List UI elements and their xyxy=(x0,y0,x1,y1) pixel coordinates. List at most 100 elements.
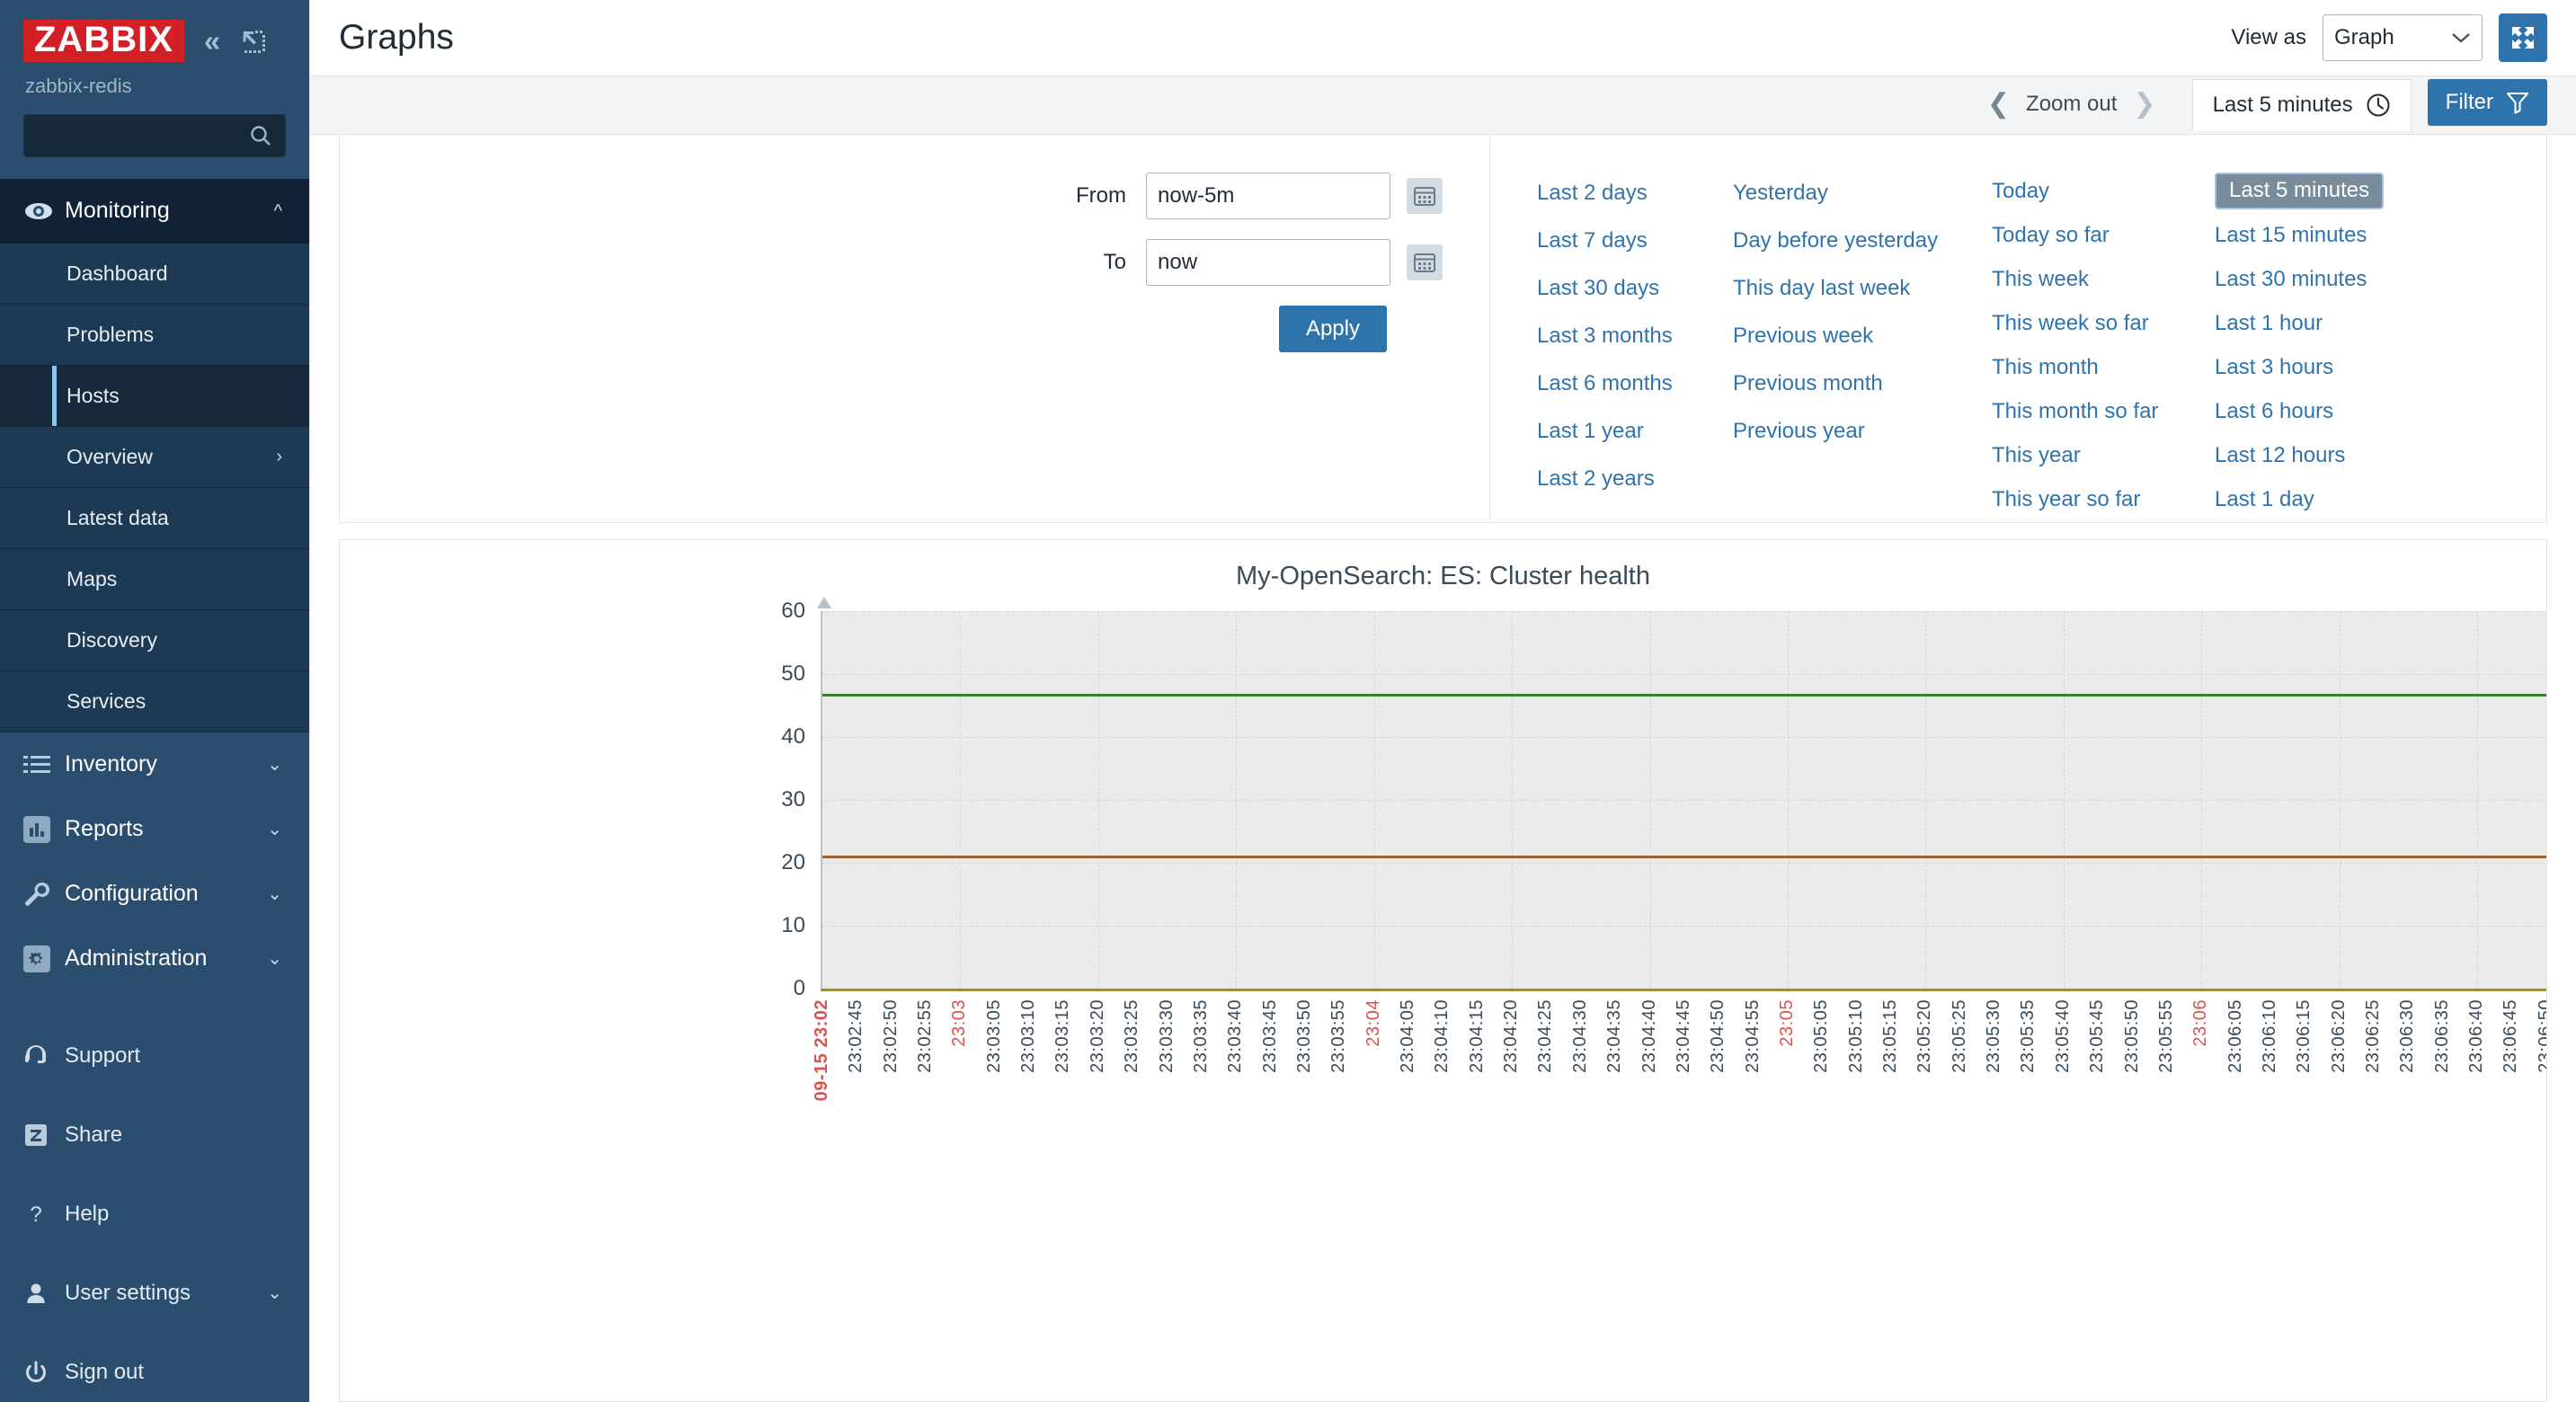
sidebar-item-discovery[interactable]: Discovery xyxy=(0,610,309,671)
x-axis-tick: 23:04:45 xyxy=(1674,999,1694,1073)
quick-range-previous-year[interactable]: Previous year xyxy=(1733,407,1992,455)
sidebar-item-user-settings[interactable]: User settings ⌄ xyxy=(0,1254,309,1333)
y-axis-tick: 0 xyxy=(751,976,805,1001)
quick-range-yesterday[interactable]: Yesterday xyxy=(1733,169,1992,217)
chart-area: 0102030405060 09-15 23:0223:02:4523:02:5… xyxy=(340,604,2546,1026)
calendar-icon xyxy=(1413,184,1436,208)
sidebar-group-reports[interactable]: Reports ⌄ xyxy=(0,797,309,862)
submenu-list: Dashboard Problems Hosts Overview › Late… xyxy=(0,244,309,732)
sidebar-item-latest-data[interactable]: Latest data xyxy=(0,488,309,549)
x-axis-labels: 09-15 23:0223:02:4523:02:5023:02:5523:03… xyxy=(821,999,2547,1134)
view-as-select[interactable]: Graph xyxy=(2323,14,2483,61)
sidebar-item-label: Problems xyxy=(67,323,154,347)
quick-range-previous-month[interactable]: Previous month xyxy=(1733,359,1992,407)
x-axis-tick: 23:03 xyxy=(949,999,970,1047)
to-input[interactable] xyxy=(1146,239,1390,286)
grid-line-vertical xyxy=(1236,611,1237,989)
quick-range-last-2-years[interactable]: Last 2 years xyxy=(1537,455,1733,502)
quick-range-this-month[interactable]: This month xyxy=(1992,346,2215,390)
sidebar-item-services[interactable]: Services xyxy=(0,671,309,732)
quick-range-last-6-hours[interactable]: Last 6 hours xyxy=(2215,390,2384,434)
quick-range-today[interactable]: Today xyxy=(1992,169,2215,213)
quick-range-last-30-days[interactable]: Last 30 days xyxy=(1537,264,1733,312)
sidebar-item-label: User settings xyxy=(65,1281,191,1306)
sidebar-collapse-icon[interactable]: « xyxy=(204,26,220,56)
sidebar-item-hosts[interactable]: Hosts xyxy=(0,366,309,427)
time-range-form: From To xyxy=(340,135,1490,522)
quick-range-day-before-yesterday[interactable]: Day before yesterday xyxy=(1733,217,1992,264)
quick-range-this-year[interactable]: This year xyxy=(1992,434,2215,478)
quick-range-this-week-so-far[interactable]: This week so far xyxy=(1992,301,2215,345)
quick-range-last-1-day[interactable]: Last 1 day xyxy=(2215,478,2384,522)
x-axis-tick: 23:05:45 xyxy=(2087,999,2108,1073)
zoom-out-button[interactable]: Zoom out xyxy=(2026,92,2117,117)
sidebar-item-maps[interactable]: Maps xyxy=(0,549,309,610)
bar-chart-icon xyxy=(23,816,65,843)
quick-range-last-6-months[interactable]: Last 6 months xyxy=(1537,359,1733,407)
time-toolbar-inner: ❮ Zoom out ❯ Last 5 minutes Filter xyxy=(1971,75,2547,134)
x-axis-tick: 23:05:25 xyxy=(1950,999,1970,1073)
quick-range-this-day-last-week[interactable]: This day last week xyxy=(1733,264,1992,312)
x-axis-tick: 23:02:45 xyxy=(846,999,866,1073)
grid-line-vertical xyxy=(2201,611,2202,989)
grid-line-vertical xyxy=(2340,611,2341,989)
quick-range-last-1-hour[interactable]: Last 1 hour xyxy=(2215,302,2384,346)
x-axis-tick: 23:06:10 xyxy=(2260,999,2280,1073)
time-prev-button[interactable]: ❮ xyxy=(1971,91,2026,118)
sidebar-item-help[interactable]: ? Help xyxy=(0,1175,309,1254)
from-calendar-button[interactable] xyxy=(1407,178,1443,214)
y-axis-arrow xyxy=(817,597,831,608)
x-axis-tick: 23:04:30 xyxy=(1570,999,1591,1073)
quick-range-last-12-hours[interactable]: Last 12 hours xyxy=(2215,434,2384,478)
sidebar-header: ZABBIX « zabbix-redis xyxy=(0,0,309,98)
quick-range-last-15-minutes[interactable]: Last 15 minutes xyxy=(2215,214,2384,258)
series-line-0 xyxy=(822,694,2547,697)
grid-line-vertical xyxy=(2064,611,2065,989)
quick-range-this-year-so-far[interactable]: This year so far xyxy=(1992,478,2215,522)
sidebar-item-sign-out[interactable]: Sign out xyxy=(0,1333,309,1402)
kiosk-mode-button[interactable] xyxy=(2499,13,2547,62)
sidebar-kiosk-icon[interactable] xyxy=(240,28,265,53)
sidebar-group-monitoring[interactable]: Monitoring ^ xyxy=(0,179,309,244)
quick-range-last-3-months[interactable]: Last 3 months xyxy=(1537,312,1733,359)
quick-range-previous-week[interactable]: Previous week xyxy=(1733,312,1992,359)
sidebar-group-configuration[interactable]: Configuration ⌄ xyxy=(0,862,309,927)
sidebar-item-dashboard[interactable]: Dashboard xyxy=(0,244,309,305)
y-axis-tick: 30 xyxy=(751,787,805,812)
search-icon xyxy=(249,124,272,147)
sidebar-group-inventory[interactable]: Inventory ⌄ xyxy=(0,732,309,797)
grid-line-horizontal xyxy=(822,926,2547,927)
search-input[interactable] xyxy=(23,114,286,157)
graph-panel: My-OpenSearch: ES: Cluster health 010203… xyxy=(339,539,2547,1402)
quick-range-this-week[interactable]: This week xyxy=(1992,257,2215,301)
quick-range-last-30-minutes[interactable]: Last 30 minutes xyxy=(2215,258,2384,302)
quick-range-last-5-minutes[interactable]: Last 5 minutes xyxy=(2215,173,2384,209)
sidebar-group-administration[interactable]: Administration ⌄ xyxy=(0,927,309,991)
filter-button[interactable]: Filter xyxy=(2428,79,2547,126)
x-axis-tick: 09-15 23:02 xyxy=(812,999,832,1101)
quick-range-last-2-days[interactable]: Last 2 days xyxy=(1537,169,1733,217)
sidebar-item-support[interactable]: Support xyxy=(0,1016,309,1096)
x-axis-tick: 23:05:10 xyxy=(1846,999,1867,1073)
quick-range-last-3-hours[interactable]: Last 3 hours xyxy=(2215,346,2384,390)
y-axis-tick: 40 xyxy=(751,724,805,750)
from-input[interactable] xyxy=(1146,173,1390,219)
to-calendar-button[interactable] xyxy=(1407,244,1443,280)
sidebar-item-share[interactable]: Share xyxy=(0,1096,309,1175)
quick-range-this-month-so-far[interactable]: This month so far xyxy=(1992,390,2215,434)
sidebar-group-label: Monitoring xyxy=(65,198,274,224)
time-next-button[interactable]: ❯ xyxy=(2117,91,2172,118)
time-range-tab[interactable]: Last 5 minutes xyxy=(2192,79,2412,131)
apply-button[interactable]: Apply xyxy=(1279,306,1387,352)
from-label: From xyxy=(1029,183,1146,209)
sidebar-item-label: Sign out xyxy=(65,1360,144,1385)
x-axis-tick: 23:05:15 xyxy=(1880,999,1901,1073)
quick-range-today-so-far[interactable]: Today so far xyxy=(1992,213,2215,257)
sidebar-item-problems[interactable]: Problems xyxy=(0,305,309,366)
x-axis-tick: 23:04 xyxy=(1364,999,1384,1047)
sidebar-item-overview[interactable]: Overview › xyxy=(0,427,309,488)
quick-range-last-7-days[interactable]: Last 7 days xyxy=(1537,217,1733,264)
quick-range-last-1-year[interactable]: Last 1 year xyxy=(1537,407,1733,455)
sidebar-item-label: Hosts xyxy=(67,384,120,408)
y-axis-tick: 60 xyxy=(751,599,805,624)
